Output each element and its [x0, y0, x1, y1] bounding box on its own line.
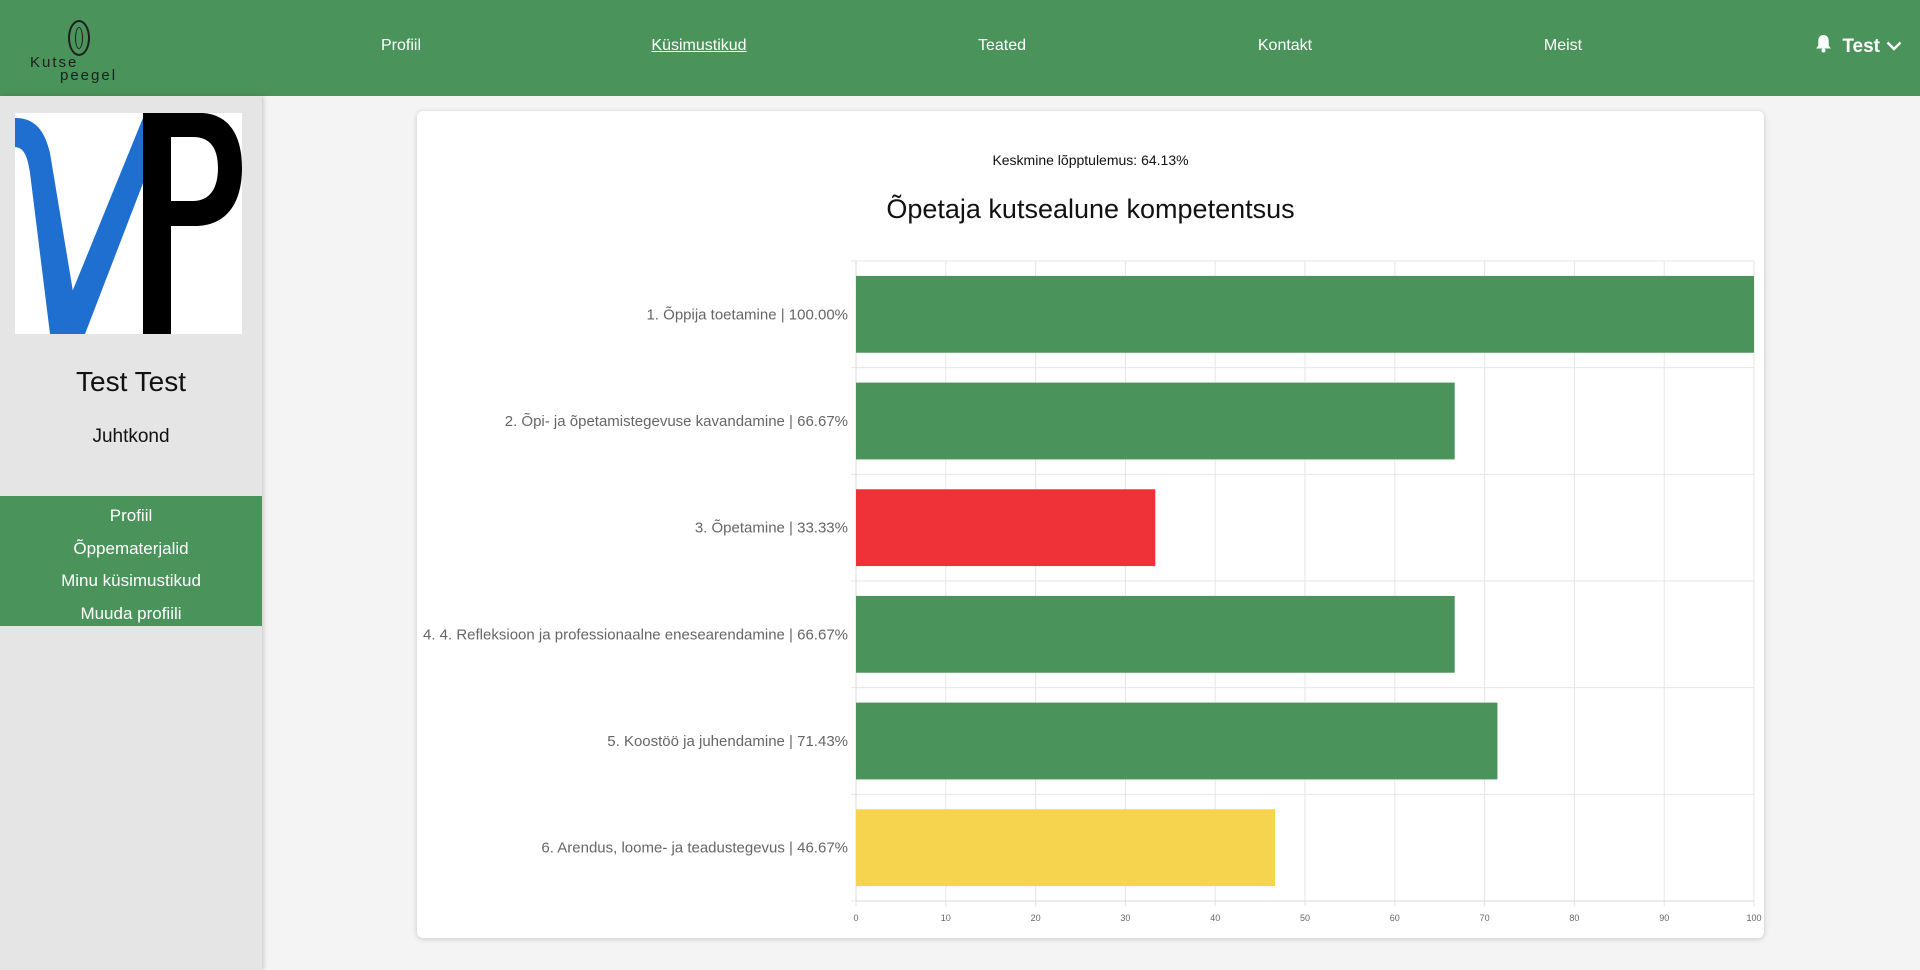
- logo-text: Kutse peegel: [30, 55, 117, 83]
- x-tick-label: 60: [1390, 913, 1400, 923]
- bar: [856, 702, 1498, 780]
- x-tick-label: 10: [941, 913, 951, 923]
- profile-role: Juhtkond: [92, 426, 170, 447]
- x-tick-label: 20: [1031, 913, 1041, 923]
- category-label: 3. Õpetamine | 33.33%: [695, 520, 848, 537]
- category-label: 6. Arendus, loome- ja teadustegevus | 46…: [541, 840, 848, 857]
- x-tick-label: 40: [1210, 913, 1220, 923]
- user-name[interactable]: Test: [1842, 36, 1880, 58]
- category-label: 5. Koostöö ja juhendamine | 71.43%: [607, 733, 848, 750]
- nav-kusimustikud[interactable]: Küsimustikud: [651, 37, 746, 55]
- results-card: Keskmine lõpptulemus: 64.13% Õpetaja kut…: [417, 111, 1764, 938]
- x-tick-label: 50: [1300, 913, 1310, 923]
- category-label: 2. Õpi- ja õpetamistegevuse kavandamine …: [505, 413, 848, 430]
- logo-mark: [68, 20, 90, 56]
- x-tick-label: 0: [853, 913, 858, 923]
- bar: [856, 382, 1455, 460]
- bell-icon[interactable]: [1815, 34, 1832, 59]
- nav-profiil[interactable]: Profiil: [381, 37, 421, 55]
- top-navbar: Kutse peegel Profiil Küsimustikud Teated…: [0, 0, 1920, 96]
- chevron-down-icon[interactable]: [1886, 36, 1902, 58]
- sidebar-menu: Profiil Õppematerjalid Minu küsimustikud…: [0, 496, 262, 626]
- bar: [856, 489, 1156, 567]
- nav-teated[interactable]: Teated: [978, 37, 1026, 55]
- x-tick-label: 70: [1480, 913, 1490, 923]
- bar: [856, 809, 1276, 887]
- sidebar-item-profiil[interactable]: Profiil: [0, 500, 262, 533]
- avatar-image: [15, 113, 242, 334]
- x-tick-label: 30: [1120, 913, 1130, 923]
- sidebar-item-muuda-profiili[interactable]: Muuda profiili: [0, 598, 262, 631]
- profile-name: Test Test: [76, 366, 186, 397]
- category-label: 4. 4. Refleksioon ja professionaalne ene…: [423, 626, 848, 643]
- x-tick-label: 100: [1746, 913, 1761, 923]
- sidebar-item-oppematerjalid[interactable]: Õppematerjalid: [0, 533, 262, 566]
- bar: [856, 595, 1455, 673]
- category-label: 1. Õppija toetamine | 100.00%: [646, 306, 848, 323]
- bar-chart: 0 10 20 30 40 50 60 70 80 90 100 1. Õppija toetamin…: [423, 260, 1762, 923]
- logo[interactable]: Kutse peegel: [30, 20, 130, 86]
- user-menu[interactable]: Test: [1815, 34, 1902, 59]
- x-tick-label: 90: [1659, 913, 1669, 923]
- avatar: [15, 113, 242, 334]
- nav-meist[interactable]: Meist: [1544, 37, 1582, 55]
- bar: [856, 275, 1754, 353]
- x-tick-label: 80: [1569, 913, 1579, 923]
- nav-kontakt[interactable]: Kontakt: [1258, 37, 1312, 55]
- sidebar: Test Test Juhtkond Profiil Õppematerjali…: [0, 96, 262, 970]
- sidebar-item-minu-kusimustikud[interactable]: Minu küsimustikud: [0, 565, 262, 598]
